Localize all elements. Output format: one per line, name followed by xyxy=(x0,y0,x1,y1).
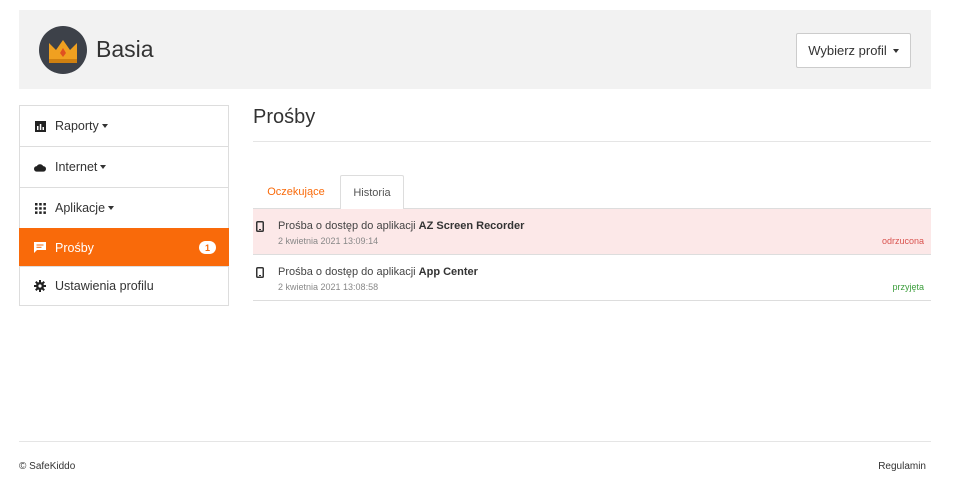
chevron-down-icon xyxy=(101,124,108,128)
status-badge: przyjęta xyxy=(892,282,924,292)
app-name: AZ Screen Recorder xyxy=(418,220,525,232)
sidebar-item-reports[interactable]: Raporty xyxy=(19,105,229,147)
sidebar-item-internet[interactable]: Internet xyxy=(19,146,229,188)
request-date: 2 kwietnia 2021 13:08:58 xyxy=(278,282,379,292)
sidebar: Raporty Internet Aplikacje Prośby 1 Usta… xyxy=(19,105,229,306)
copyright: © SafeKiddo xyxy=(19,461,76,472)
tab-pending[interactable]: Oczekujące xyxy=(253,175,339,209)
chevron-down-icon xyxy=(100,165,107,169)
request-date: 2 kwietnia 2021 13:09:14 xyxy=(278,236,379,246)
select-profile-button[interactable]: Wybierz profil xyxy=(796,33,911,68)
sidebar-item-requests[interactable]: Prośby 1 xyxy=(19,228,229,267)
crown-icon xyxy=(49,40,77,63)
main-content: Prośby Oczekujące Historia Prośba o dost… xyxy=(253,105,931,301)
footer-divider xyxy=(19,441,931,442)
page-title: Prośby xyxy=(253,105,931,142)
avatar xyxy=(39,26,87,74)
tab-history[interactable]: Historia xyxy=(340,175,404,210)
list-item[interactable]: Prośba o dostęp do aplikacji App Center … xyxy=(253,255,931,301)
sidebar-item-label: Internet xyxy=(55,160,98,174)
profile-name: Basia xyxy=(96,36,154,62)
app-name: App Center xyxy=(418,266,478,278)
requests-list: Prośba o dostęp do aplikacji AZ Screen R… xyxy=(253,209,931,301)
chevron-down-icon xyxy=(108,206,115,210)
request-title: Prośba o dostęp do aplikacji AZ Screen R… xyxy=(278,220,525,232)
status-badge: odrzucona xyxy=(881,236,924,246)
chevron-down-icon xyxy=(892,48,899,53)
message-icon xyxy=(34,242,46,254)
phone-icon xyxy=(256,219,264,237)
sidebar-item-label: Aplikacje xyxy=(55,201,106,215)
grid-icon xyxy=(34,202,46,214)
request-title: Prośba o dostęp do aplikacji App Center xyxy=(278,266,478,278)
select-profile-label: Wybierz profil xyxy=(808,43,887,58)
tabs: Oczekujące Historia xyxy=(253,175,931,210)
sidebar-item-apps[interactable]: Aplikacje xyxy=(19,187,229,229)
sidebar-item-profile-settings[interactable]: Ustawienia profilu xyxy=(19,266,229,306)
profile-header: Basia Wybierz profil xyxy=(19,10,931,89)
requests-count-badge: 1 xyxy=(199,241,216,254)
phone-icon xyxy=(256,265,264,283)
cloud-icon xyxy=(34,161,46,173)
list-item[interactable]: Prośba o dostęp do aplikacji AZ Screen R… xyxy=(253,209,931,255)
sidebar-item-label: Raporty xyxy=(55,119,99,133)
terms-link[interactable]: Regulamin xyxy=(878,461,926,472)
sidebar-item-label: Prośby xyxy=(55,240,94,255)
bar-chart-icon xyxy=(34,120,46,132)
gear-icon xyxy=(34,280,46,292)
sidebar-item-label: Ustawienia profilu xyxy=(55,279,154,293)
